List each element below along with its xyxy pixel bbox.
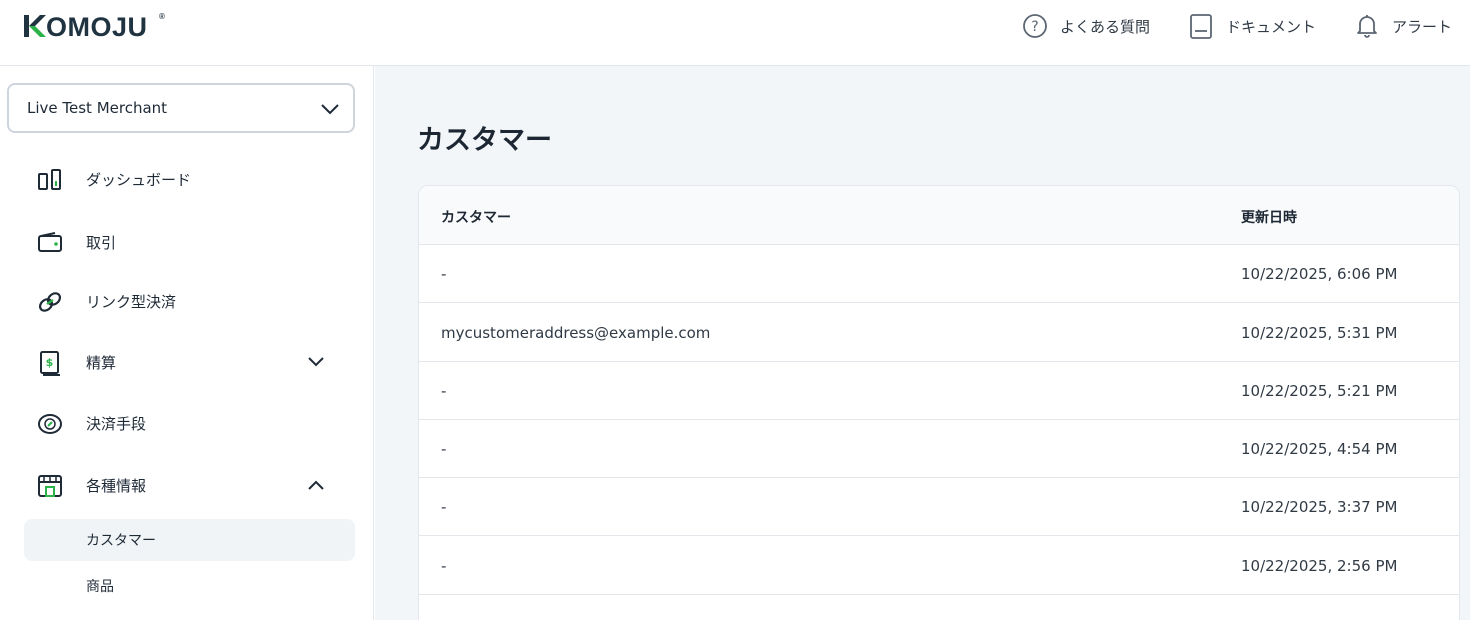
chevron-down-icon[interactable] [307, 355, 325, 369]
cell-customer: - [441, 557, 447, 575]
table-row[interactable]: - 10/22/2025, 5:21 PM [419, 362, 1459, 420]
faq-label: よくある質問 [1059, 17, 1150, 36]
cell-customer: - [441, 498, 447, 516]
table-row[interactable]: - 10/22/2025, 2:56 PM [419, 537, 1459, 595]
customers-table: カスタマー 更新日時 - 10/22/2025, 6:06 PM mycusto… [418, 185, 1460, 620]
alerts-link[interactable]: アラート [1354, 13, 1452, 39]
cell-customer: - [441, 382, 447, 400]
table-row[interactable]: mycustomeraddress@example.com 10/22/2025… [419, 304, 1459, 362]
table-row[interactable]: - 10/22/2025, 4:54 PM [419, 420, 1459, 478]
sidebar-item-info[interactable]: 各種情報 [24, 464, 355, 506]
sidebar-subitem-label: カスタマー [86, 533, 156, 549]
sidebar-item-payment-links[interactable]: リンク型決済 [24, 280, 355, 322]
merchant-select[interactable]: Live Test Merchant [7, 83, 355, 133]
cell-customer: - [441, 265, 447, 283]
logo-text: OMOJU [46, 12, 148, 42]
wallet-icon [38, 232, 62, 252]
sidebar-item-dashboard[interactable]: ダッシュボード [24, 158, 355, 200]
sidebar-item-label: 決済手段 [86, 414, 147, 433]
cell-updated: 10/22/2025, 5:31 PM [1241, 324, 1398, 342]
main-content: カスタマー カスタマー 更新日時 - 10/22/2025, 6:06 PM m… [375, 66, 1470, 620]
sidebar: Live Test Merchant ダッシュボード 取引 リンク型決済 $ 精… [0, 66, 374, 620]
sidebar-subitem-products[interactable]: 商品 [24, 565, 355, 607]
column-header-customer: カスタマー [441, 210, 511, 226]
table-header: カスタマー 更新日時 [419, 186, 1459, 245]
settlement-icon: $ [40, 351, 60, 376]
link-icon [38, 292, 62, 312]
sidebar-subitem-label: 商品 [86, 579, 114, 595]
payment-method-icon [38, 414, 62, 434]
cell-updated: 10/22/2025, 2:56 PM [1241, 557, 1398, 575]
registered-mark: ® [159, 12, 166, 21]
column-header-updated: 更新日時 [1241, 210, 1297, 226]
cell-customer: mycustomeraddress@example.com [441, 324, 711, 342]
sidebar-item-label: 取引 [86, 233, 117, 252]
dashboard-icon [38, 169, 61, 190]
sidebar-item-settlements[interactable]: $ 精算 [24, 341, 355, 383]
docs-label: ドキュメント [1225, 17, 1316, 36]
svg-text:?: ? [1031, 19, 1038, 35]
cell-updated: 10/22/2025, 6:06 PM [1241, 265, 1398, 283]
table-row[interactable]: - 10/22/2025, 6:06 PM [419, 245, 1459, 303]
store-icon [38, 475, 62, 497]
sidebar-item-label: 各種情報 [86, 476, 147, 495]
alerts-label: アラート [1391, 17, 1452, 36]
cell-updated: 10/22/2025, 5:21 PM [1241, 382, 1398, 400]
document-icon [1190, 14, 1212, 39]
question-circle-icon: ? [1023, 14, 1047, 38]
chevron-down-icon [321, 104, 339, 115]
cell-updated: 10/22/2025, 4:54 PM [1241, 440, 1398, 458]
sidebar-item-payment-methods[interactable]: 決済手段 [24, 402, 355, 444]
sidebar-item-label: 精算 [86, 353, 117, 372]
chevron-up-icon[interactable] [307, 478, 325, 492]
docs-link[interactable]: ドキュメント [1188, 13, 1316, 39]
sidebar-item-label: リンク型決済 [86, 292, 177, 311]
svg-text:$: $ [46, 356, 54, 369]
header-links: ? よくある質問 ドキュメント アラート [984, 0, 1452, 52]
cell-customer: - [441, 440, 447, 458]
top-header: OMOJU ® ? よくある質問 ドキュメント アラート [0, 0, 1470, 66]
page-title: カスタマー [417, 125, 552, 156]
sidebar-subitem-customers[interactable]: カスタマー [24, 519, 355, 561]
table-row[interactable]: - 10/22/2025, 3:37 PM [419, 478, 1459, 536]
bell-icon [1357, 15, 1377, 38]
sidebar-item-label: ダッシュボード [86, 170, 192, 189]
merchant-name: Live Test Merchant [27, 99, 168, 117]
sidebar-item-transactions[interactable]: 取引 [24, 221, 355, 263]
cell-updated: 10/22/2025, 3:37 PM [1241, 498, 1398, 516]
faq-link[interactable]: ? よくある質問 [1022, 13, 1150, 39]
